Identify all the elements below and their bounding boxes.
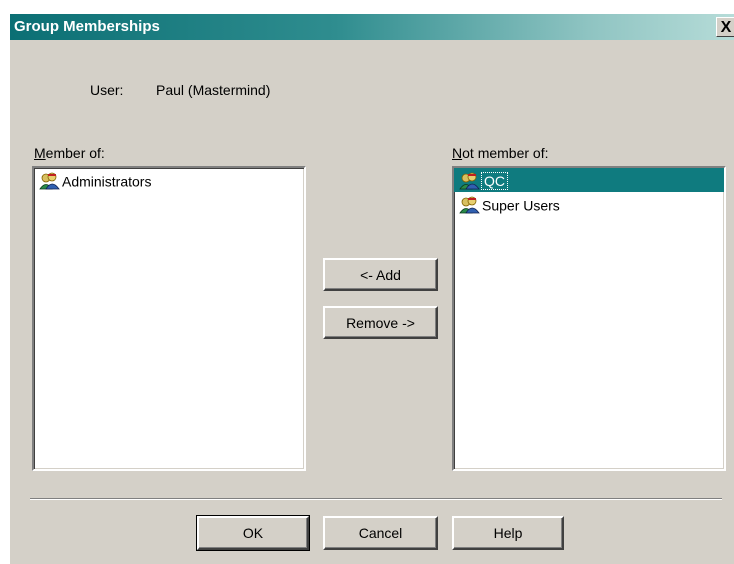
list-item[interactable]: Super Users	[454, 192, 724, 216]
separator	[30, 498, 722, 500]
group-memberships-dialog: Group Memberships X User: Paul (Mastermi…	[10, 14, 734, 564]
list-item-label: Administrators	[62, 173, 152, 190]
member-of-listbox[interactable]: Administrators	[32, 166, 306, 471]
cancel-button[interactable]: Cancel	[323, 516, 438, 550]
title-bar[interactable]: Group Memberships X	[10, 14, 734, 40]
list-item[interactable]: QC	[454, 168, 724, 192]
window-title: Group Memberships	[14, 18, 160, 35]
list-item-label: QC	[481, 172, 508, 191]
not-member-of-listbox[interactable]: QC Super Users	[452, 166, 726, 471]
ok-button[interactable]: OK	[196, 515, 310, 551]
add-button[interactable]: <- Add	[323, 258, 438, 291]
user-value: Paul (Mastermind)	[156, 82, 271, 98]
close-icon: X	[720, 19, 732, 36]
help-button[interactable]: Help	[452, 516, 564, 550]
user-label: User:	[90, 82, 124, 98]
user-group-icon	[459, 172, 480, 190]
user-group-icon	[39, 172, 60, 190]
member-of-label: Member of:	[34, 145, 105, 161]
user-group-icon	[459, 196, 480, 214]
not-member-of-label: Not member of:	[452, 145, 549, 161]
list-item[interactable]: Administrators	[34, 168, 304, 192]
close-button[interactable]: X	[716, 17, 734, 37]
list-item-label: Super Users	[482, 197, 560, 214]
remove-button[interactable]: Remove ->	[323, 306, 438, 339]
